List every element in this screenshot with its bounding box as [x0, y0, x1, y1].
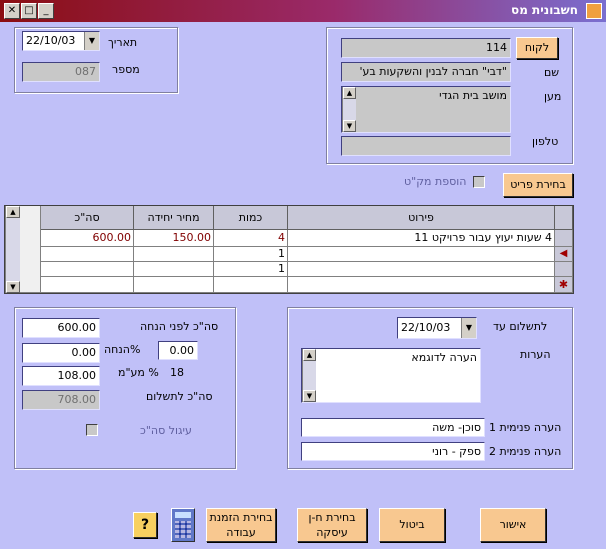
discount-percent-field[interactable]: 0.00 [158, 341, 198, 360]
calculator-icon[interactable] [171, 508, 195, 542]
select-item-button[interactable]: בחירת פריט [503, 173, 573, 197]
due-date-value: 22/10/03 [401, 321, 451, 334]
vat-field[interactable]: 108.00 [22, 366, 100, 386]
cell-total[interactable]: 600.00 [41, 230, 134, 247]
total-to-pay-label: סה"כ לתשלום [146, 390, 213, 403]
cancel-button[interactable]: ביטול [379, 508, 445, 542]
date-value: 22/10/03 [26, 34, 76, 47]
scroll-up-icon[interactable]: ▲ [303, 349, 316, 361]
number-label: מספר [112, 63, 140, 76]
vat-label: % מע"מ [118, 366, 159, 379]
rounding-checkbox[interactable] [86, 424, 98, 436]
before-discount-label: סה"כ לפני הנחה [140, 320, 219, 333]
cell-quantity[interactable]: 1 [214, 247, 288, 262]
cell-description[interactable] [288, 262, 555, 277]
total-to-pay-field[interactable]: 708.00 [22, 390, 100, 410]
cell-description[interactable]: 4 שעות יעוץ עבור פרויקט 11 [288, 230, 555, 247]
row-selector[interactable] [555, 262, 573, 277]
cell-total[interactable] [41, 277, 134, 293]
cell-total[interactable] [41, 247, 134, 262]
address-value: מושב בית הגדי [439, 89, 507, 102]
maximize-icon[interactable]: □ [21, 3, 37, 19]
rounding-label: עיגול סה"כ [140, 424, 192, 437]
help-button[interactable]: ? [133, 512, 157, 538]
cell-quantity[interactable]: 1 [214, 262, 288, 277]
chevron-down-icon[interactable]: ▼ [461, 318, 476, 338]
new-row-icon[interactable]: ✱ [555, 277, 573, 293]
grid-left-gutter [20, 206, 41, 293]
internal-note-1-field[interactable]: סוכן- משה [301, 418, 485, 437]
cell-quantity[interactable] [214, 277, 288, 293]
internal-note-1-label: הערה פנימית 1 [489, 421, 562, 434]
discount-label-text: הנחה [104, 343, 130, 356]
customer-button[interactable]: לקוח [516, 37, 558, 59]
items-grid[interactable]: ▲ ▼ סה"כ מחיר יחידה כמות פירוט 600.00 15… [4, 205, 574, 294]
notes-value: הערה לדוגמא [411, 351, 477, 364]
name-label: שם [544, 66, 560, 79]
customer-name-field[interactable]: "דבי" חברה לבנין והשקעות בע' [341, 62, 511, 82]
cell-unit-price[interactable]: 150.00 [134, 230, 214, 247]
cell-unit-price[interactable] [134, 247, 214, 262]
add-sku-checkbox[interactable] [473, 176, 485, 188]
row-selector[interactable] [555, 230, 573, 247]
vat-percent-value: 18 [170, 366, 184, 379]
customer-phone-field[interactable] [341, 136, 511, 156]
current-row-indicator-icon[interactable]: ◀ [555, 247, 573, 262]
internal-note-2-field[interactable]: ספק - רוני [301, 442, 485, 461]
customer-address-field[interactable]: מושב בית הגדי [341, 86, 511, 133]
number-field[interactable]: 087 [22, 62, 100, 82]
before-discount-field[interactable]: 600.00 [22, 318, 100, 338]
notes-label: הערות [520, 348, 551, 361]
column-header-total[interactable]: סה"כ [41, 206, 134, 230]
due-date-combo[interactable]: 22/10/03 ▼ [397, 317, 477, 339]
column-header-description[interactable]: פירוט [288, 206, 555, 230]
add-sku-label: הוספת מק"ט [404, 175, 467, 188]
select-account-button[interactable]: בחירת ח-ן עיסקה [297, 508, 367, 542]
chevron-down-icon[interactable]: ▼ [84, 32, 99, 50]
column-header-quantity[interactable]: כמות [214, 206, 288, 230]
notes-scrollbar[interactable]: ▲ ▼ [302, 349, 316, 402]
ok-button[interactable]: אישור [480, 508, 546, 542]
cell-description[interactable] [288, 247, 555, 262]
notes-field[interactable]: הערה לדוגמא [301, 348, 481, 403]
date-label: תאריך [108, 36, 138, 49]
app-icon [586, 3, 602, 19]
select-work-order-button[interactable]: בחירת הזמנת עבודה [206, 508, 276, 542]
scroll-up-icon[interactable]: ▲ [6, 206, 20, 218]
minimize-icon[interactable]: _ [38, 3, 54, 19]
cell-unit-price[interactable] [134, 262, 214, 277]
close-icon[interactable]: ✕ [4, 3, 20, 19]
scroll-down-icon[interactable]: ▼ [343, 120, 356, 132]
discount-field[interactable]: 0.00 [22, 343, 100, 363]
row-selector-header [555, 206, 573, 230]
scroll-up-icon[interactable]: ▲ [343, 87, 356, 99]
date-combo[interactable]: 22/10/03 ▼ [22, 31, 100, 51]
column-header-unit-price[interactable]: מחיר יחידה [134, 206, 214, 230]
cell-total[interactable] [41, 262, 134, 277]
cell-description[interactable] [288, 277, 555, 293]
internal-note-2-label: הערה פנימית 2 [489, 445, 562, 458]
scroll-down-icon[interactable]: ▼ [6, 281, 20, 293]
due-label: לתשלום עד [493, 320, 548, 333]
customer-code-field[interactable]: 114 [341, 38, 511, 58]
address-label: מען [544, 90, 562, 103]
discount-label: %הנחה [104, 343, 141, 356]
cell-unit-price[interactable] [134, 277, 214, 293]
grid-scrollbar[interactable]: ▲ ▼ [5, 206, 20, 293]
address-scrollbar[interactable]: ▲ ▼ [342, 87, 356, 132]
phone-label: טלפון [532, 135, 559, 148]
window-title: חשבונית מס [511, 3, 578, 17]
cell-quantity[interactable]: 4 [214, 230, 288, 247]
scroll-down-icon[interactable]: ▼ [303, 390, 316, 402]
